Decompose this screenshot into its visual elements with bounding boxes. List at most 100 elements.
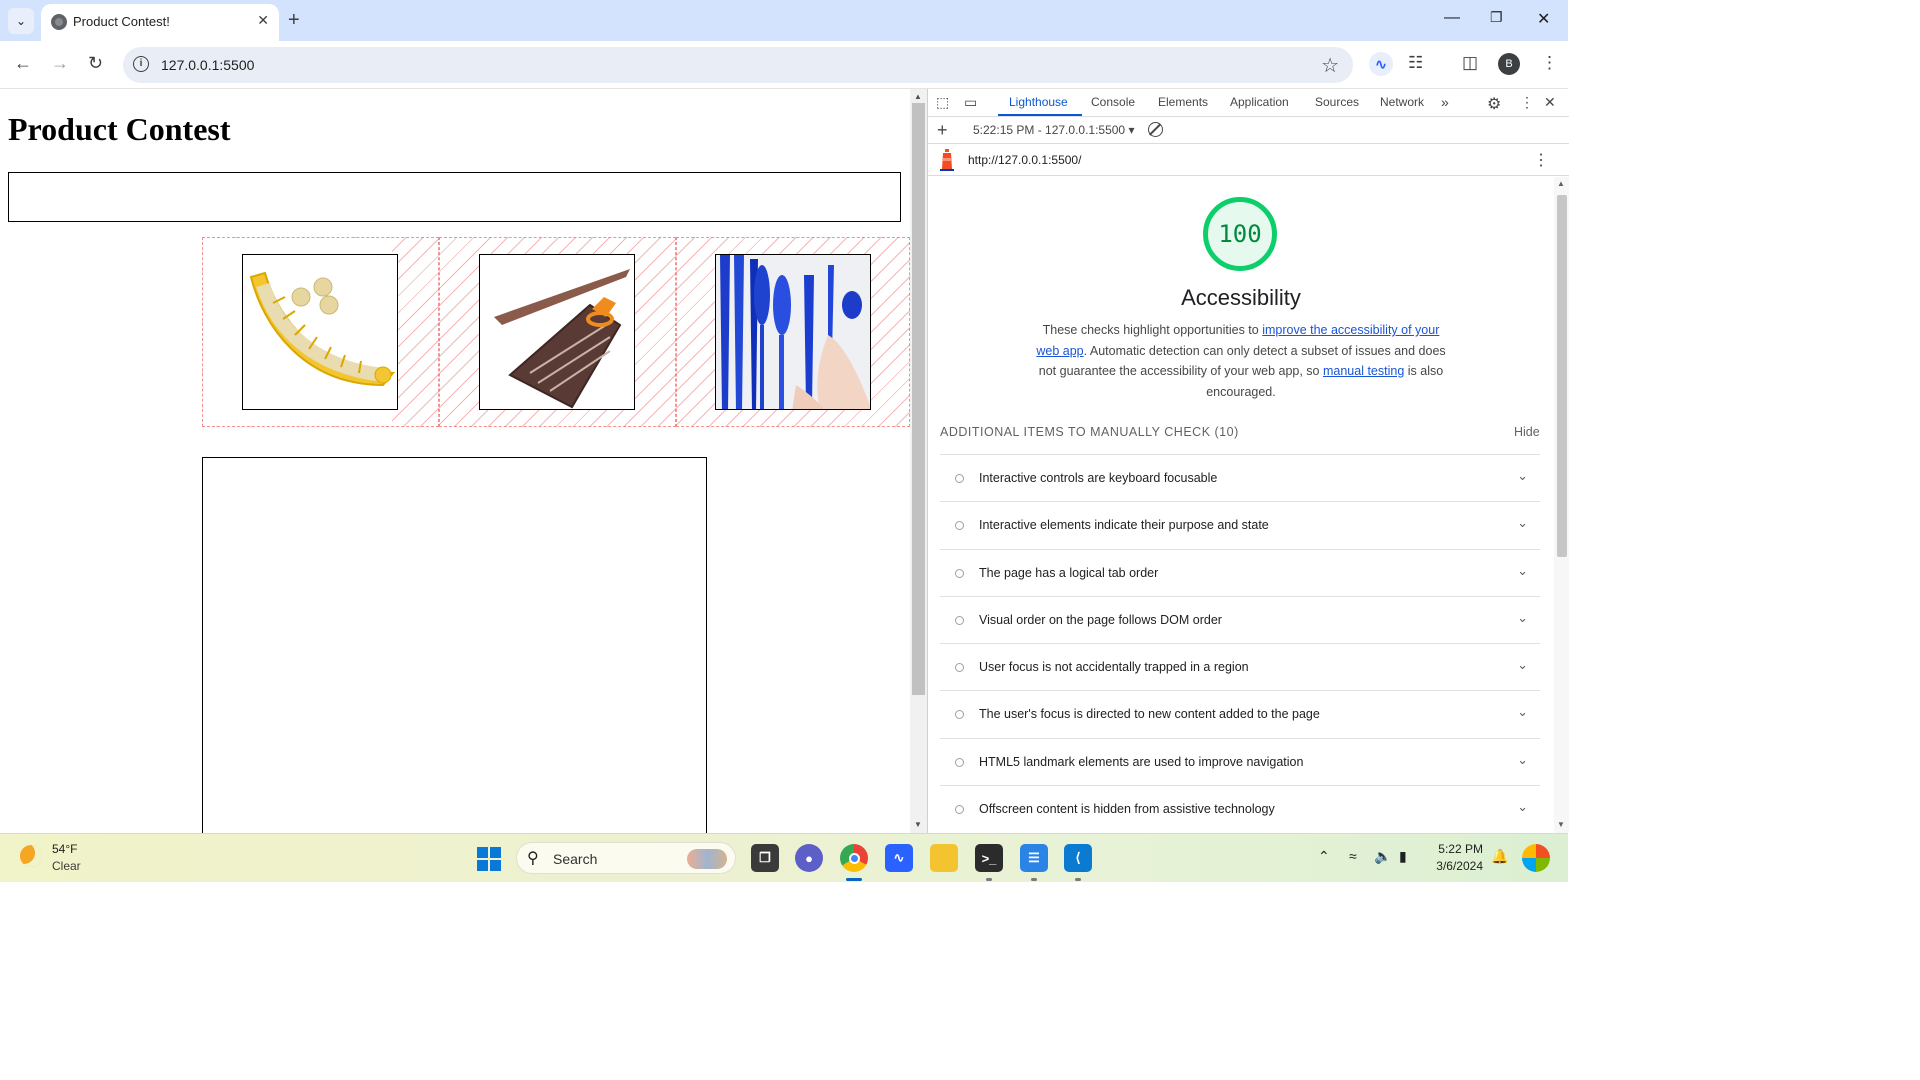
browser-menu-icon[interactable]: ⋮ (1541, 53, 1558, 73)
chevron-down-icon[interactable]: ⌄ (1517, 563, 1528, 579)
taskbar-search[interactable]: ⚲ Search (516, 842, 736, 874)
tab-network[interactable]: Network (1380, 95, 1424, 109)
task-view-icon[interactable]: ❐ (751, 844, 779, 872)
back-arrow-icon[interactable]: ← (14, 53, 32, 74)
tab-sources[interactable]: Sources (1315, 95, 1359, 109)
close-tab-icon[interactable]: ✕ (257, 12, 269, 29)
devtools-scrollbar[interactable]: ▲ ▼ (1554, 177, 1569, 833)
window-close-icon[interactable]: ✕ (1537, 9, 1550, 29)
extension-wave-icon[interactable]: ∿ (1369, 52, 1393, 76)
page-scroll-thumb[interactable] (912, 103, 925, 695)
tab-console[interactable]: Console (1091, 95, 1135, 109)
bookmark-star-icon[interactable]: ☆ (1321, 53, 1339, 78)
new-tab-icon[interactable]: + (288, 8, 300, 32)
report-url-bar: http://127.0.0.1:5500/ ⋮ (928, 144, 1569, 176)
minimize-icon[interactable]: — (1444, 9, 1460, 27)
copilot-icon[interactable] (1522, 844, 1550, 872)
audit-title: Offscreen content is hidden from assisti… (979, 802, 1275, 817)
tab-elements[interactable]: Elements (1158, 95, 1208, 109)
browser-tab-strip: ⌄ Product Contest! ✕ + — ❐ ✕ (0, 0, 1568, 41)
customize-menu-icon[interactable]: ⋮ (1520, 94, 1534, 111)
chevron-down-icon[interactable]: ⌄ (1517, 657, 1528, 673)
lighthouse-logo-icon (940, 149, 954, 171)
chevron-down-icon[interactable]: ⌄ (1517, 752, 1528, 768)
lighthouse-report: 100 Accessibility These checks highlight… (928, 177, 1554, 833)
profile-avatar[interactable]: B (1498, 53, 1520, 75)
audit-item[interactable]: Interactive controls are keyboard focusa… (940, 454, 1540, 501)
site-info-icon[interactable]: i (133, 56, 149, 72)
notification-bell-icon[interactable]: 🔔 (1491, 848, 1508, 865)
clear-reports-icon[interactable] (1148, 122, 1163, 137)
audit-item[interactable]: The page has a logical tab order ⌄ (940, 548, 1540, 596)
score-gauge: 100 (1203, 197, 1277, 271)
chevron-down-icon[interactable]: ⌄ (1517, 799, 1528, 815)
wave-app-icon[interactable]: ∿ (885, 844, 913, 872)
description-part: These checks highlight opportunities to (1042, 323, 1263, 337)
audit-item[interactable]: Offscreen content is hidden from assisti… (940, 785, 1540, 832)
manual-circle-icon (955, 568, 964, 578)
inspect-element-icon[interactable]: ⬚ (936, 94, 949, 111)
more-tabs-chevron-icon[interactable]: » (1441, 94, 1449, 110)
manual-checks-header: ADDITIONAL ITEMS TO MANUALLY CHECK (10) (940, 425, 1239, 439)
product-image-plastic-cutlery[interactable] (715, 254, 871, 410)
manual-circle-icon (955, 710, 964, 720)
hide-button[interactable]: Hide (1514, 425, 1540, 439)
tab-lighthouse[interactable]: Lighthouse (1009, 95, 1068, 109)
notepad-icon[interactable]: ☰ (1020, 844, 1048, 872)
moon-weather-icon[interactable] (20, 845, 42, 867)
forward-arrow-icon[interactable]: → (51, 53, 69, 74)
side-panel-icon[interactable]: ◫ (1462, 53, 1478, 73)
manual-testing-link[interactable]: manual testing (1323, 364, 1404, 378)
audit-item[interactable]: HTML5 landmark elements are used to impr… (940, 737, 1540, 785)
globe-icon (51, 14, 67, 30)
audit-item[interactable]: Interactive elements indicate their purp… (940, 501, 1540, 548)
chevron-down-icon[interactable]: ⌄ (1517, 515, 1528, 531)
tab-search-chevron-icon[interactable]: ⌄ (8, 8, 34, 34)
report-selector[interactable]: 5:22:15 PM - 127.0.0.1:5500 ▾ (973, 123, 1134, 137)
close-devtools-icon[interactable]: ✕ (1544, 94, 1556, 111)
audit-item[interactable]: The user's focus is directed to new cont… (940, 690, 1540, 737)
scroll-down-icon[interactable]: ▼ (1557, 820, 1565, 829)
address-bar[interactable]: i 127.0.0.1:5500 ☆ (123, 47, 1353, 83)
tab-title: Product Contest! (73, 14, 170, 29)
extensions-puzzle-icon[interactable]: ☷ (1408, 53, 1423, 73)
scroll-up-icon[interactable]: ▲ (1557, 179, 1565, 188)
product-image-banana-slicer[interactable] (242, 254, 398, 410)
scroll-up-icon[interactable]: ▲ (914, 92, 922, 101)
browser-tab[interactable]: Product Contest! ✕ (41, 4, 279, 41)
clock-date[interactable]: 3/6/2024 (1432, 859, 1483, 873)
show-hidden-icons-chevron-icon[interactable]: ⌃ (1318, 848, 1330, 865)
audit-item[interactable]: Visual order on the page follows DOM ord… (940, 595, 1540, 643)
vscode-icon[interactable]: ⟨ (1064, 844, 1092, 872)
page-scrollbar[interactable]: ▲ ▼ (910, 89, 927, 833)
teams-chat-icon[interactable]: ● (795, 844, 823, 872)
chrome-icon[interactable] (840, 844, 868, 872)
wifi-icon[interactable]: ≈ (1349, 848, 1357, 864)
volume-icon[interactable]: 🔈 (1374, 848, 1391, 865)
address-text[interactable]: 127.0.0.1:5500 (161, 57, 254, 73)
restore-icon[interactable]: ❐ (1490, 9, 1503, 26)
devtools-scroll-thumb[interactable] (1557, 195, 1567, 557)
reload-icon[interactable]: ↻ (88, 53, 103, 74)
settings-gear-icon[interactable]: ⚙ (1487, 94, 1501, 114)
page-viewport: Product Contest (0, 89, 910, 833)
report-menu-icon[interactable]: ⋮ (1533, 150, 1549, 170)
scroll-down-icon[interactable]: ▼ (914, 820, 922, 829)
clock-time[interactable]: 5:22 PM (1437, 842, 1483, 856)
chevron-down-icon[interactable]: ⌄ (1517, 610, 1528, 626)
product-image-pizza-scissors[interactable] (479, 254, 635, 410)
audit-item[interactable]: User focus is not accidentally trapped i… (940, 643, 1540, 690)
new-report-plus-icon[interactable]: + (937, 120, 948, 141)
file-explorer-icon[interactable] (930, 844, 958, 872)
chevron-down-icon[interactable]: ⌄ (1517, 704, 1528, 720)
windows-start-icon[interactable] (477, 847, 501, 871)
manual-circle-icon (955, 474, 964, 483)
tab-application[interactable]: Application (1230, 95, 1289, 109)
weather-temperature[interactable]: 54°F (52, 842, 77, 856)
audit-list: Interactive controls are keyboard focusa… (940, 454, 1540, 832)
device-toolbar-icon[interactable]: ▭ (964, 94, 977, 111)
battery-icon[interactable]: ▮ (1399, 848, 1407, 865)
terminal-icon[interactable]: >_ (975, 844, 1003, 872)
chevron-down-icon[interactable]: ⌄ (1517, 468, 1528, 484)
weather-condition[interactable]: Clear (52, 859, 81, 873)
